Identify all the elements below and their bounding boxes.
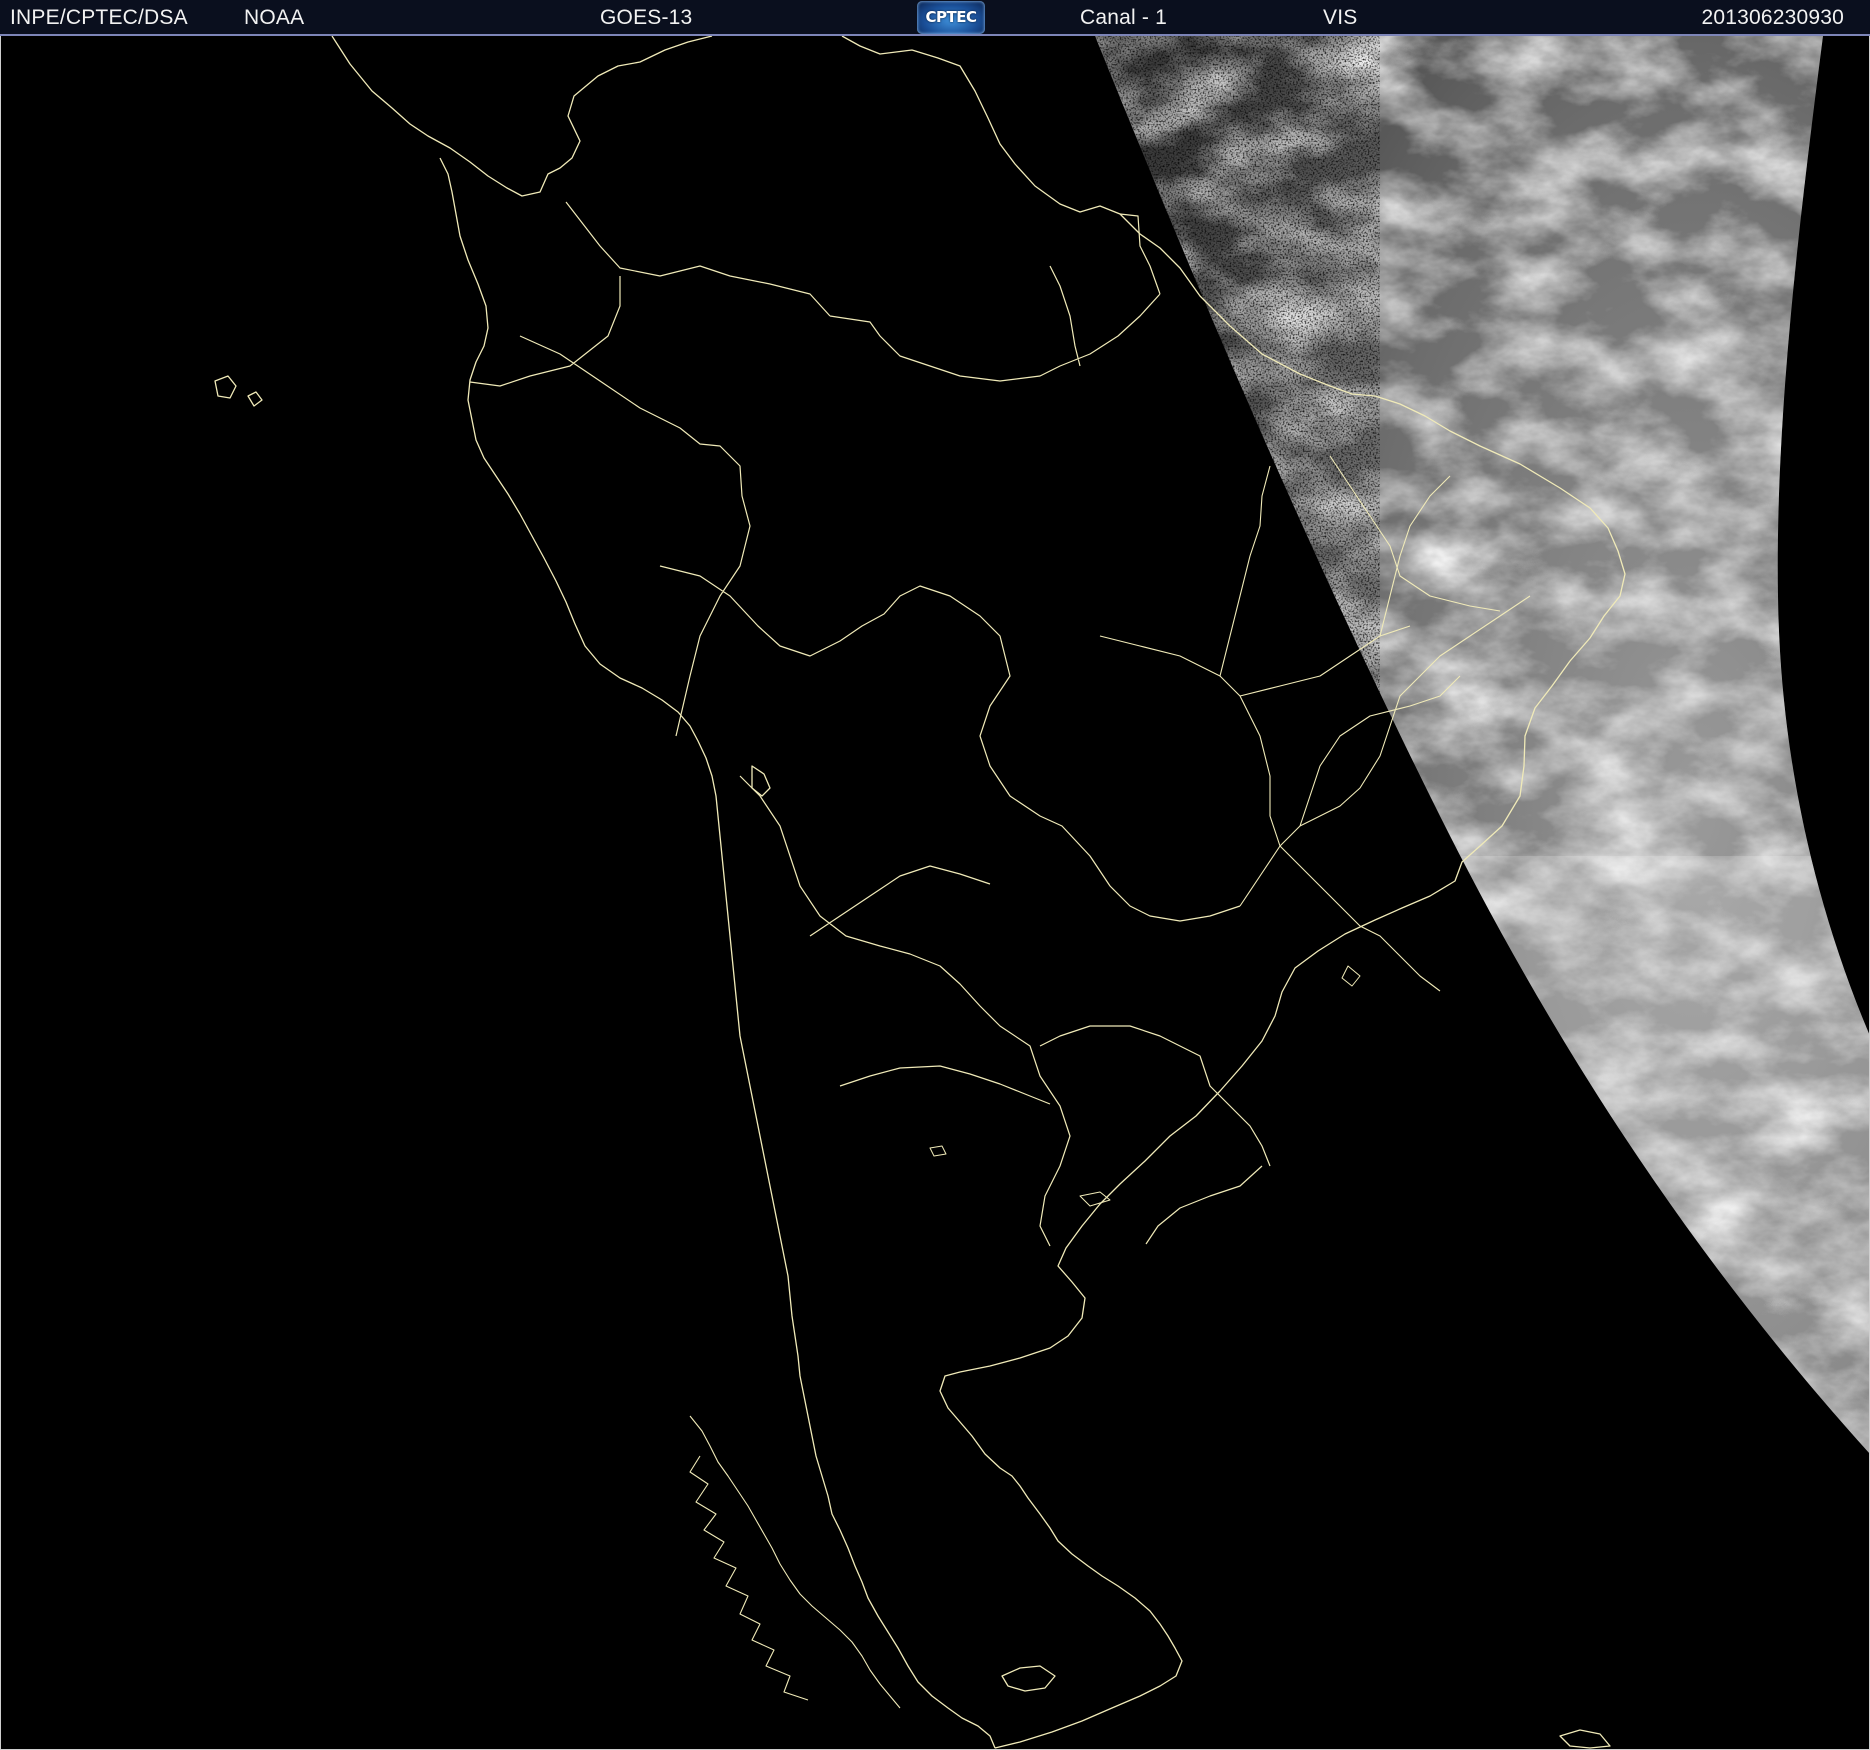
satellite-map-panel — [0, 36, 1870, 1750]
agency-label: NOAA — [244, 6, 305, 29]
channel-label: Canal - 1 — [1080, 6, 1168, 29]
institution-label: INPE/CPTEC/DSA — [10, 6, 188, 29]
national-borders — [469, 201, 1271, 1247]
image-header-bar: INPE/CPTEC/DSA NOAA GOES-13 CPTEC Canal … — [0, 0, 1870, 36]
chile-fjord-coast — [689, 1415, 901, 1709]
satellite-label: GOES-13 — [600, 6, 693, 29]
band-label: VIS — [1323, 6, 1358, 29]
timestamp-label: 201306230930 — [1701, 6, 1844, 29]
logo-wordmark: CPTEC — [925, 8, 978, 26]
cptec-logo-icon: CPTEC — [917, 1, 985, 34]
map-svg — [214, 36, 1870, 1749]
satellite-image-viewer: INPE/CPTEC/DSA NOAA GOES-13 CPTEC Canal … — [0, 0, 1870, 1750]
interior-lakes — [929, 965, 1361, 1207]
